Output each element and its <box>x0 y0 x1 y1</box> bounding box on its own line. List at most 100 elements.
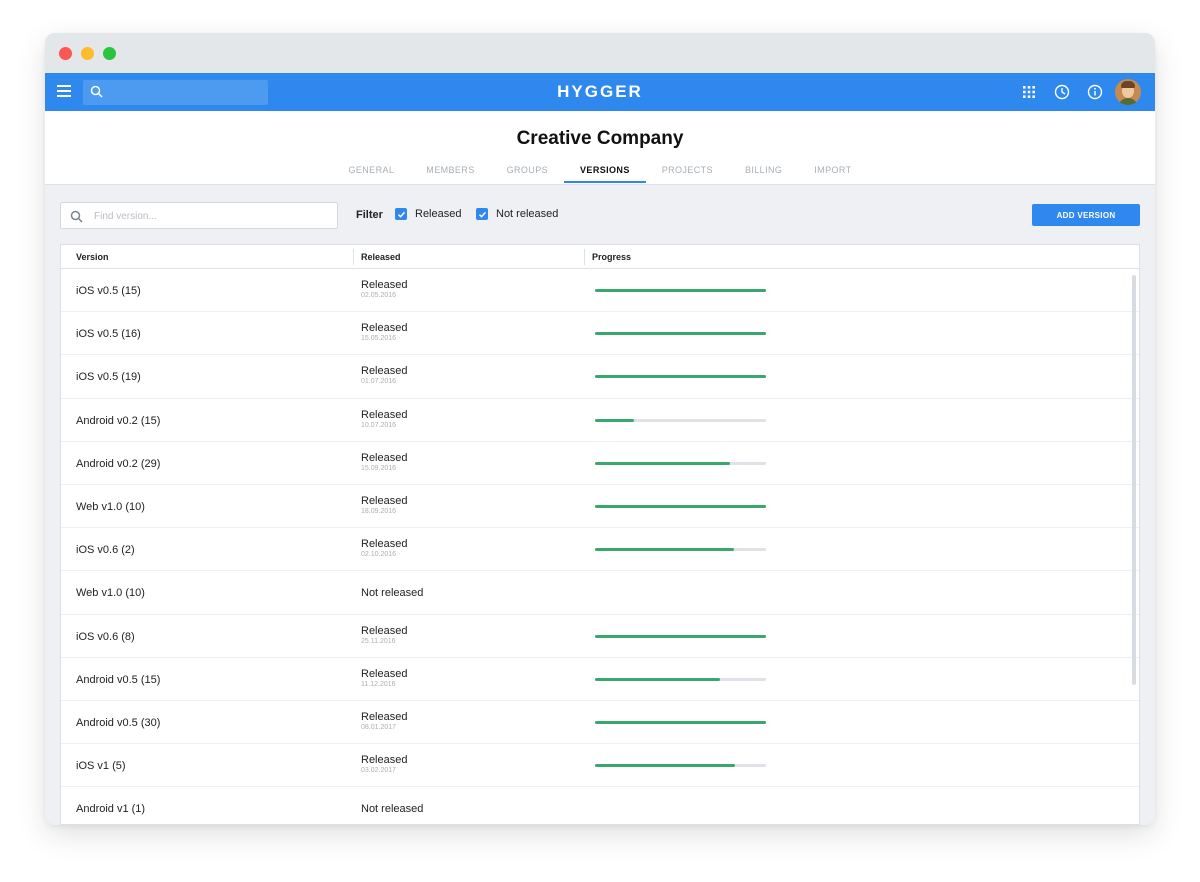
tab-versions[interactable]: VERSIONS <box>564 165 646 183</box>
release-status: Released 02.05.2016 <box>361 279 407 299</box>
release-status-label: Released <box>361 710 408 723</box>
progress-bar <box>595 548 766 552</box>
find-version-placeholder: Find version... <box>94 211 157 222</box>
add-version-button[interactable]: ADD VERSION <box>1032 204 1140 226</box>
version-name[interactable]: Android v0.2 (29) <box>76 458 160 470</box>
version-name[interactable]: iOS v0.5 (19) <box>76 371 141 383</box>
tab-projects[interactable]: PROJECTS <box>646 165 729 181</box>
progress-bar <box>595 375 766 379</box>
release-status: Released 18.09.2016 <box>361 495 407 515</box>
table-row[interactable]: Web v1.0 (10) Released 18.09.2016 <box>61 485 1139 529</box>
table-body: iOS v0.5 (15) Released 02.05.2016 iOS v0.5 … <box>61 269 1139 824</box>
table-row[interactable]: iOS v0.5 (16) Released 15.05.2016 <box>61 312 1139 356</box>
release-date: 11.12.2016 <box>361 680 396 688</box>
progress-fill <box>595 461 731 465</box>
progress-fill <box>595 548 734 552</box>
table-row[interactable]: Android v0.2 (29) Released 15.09.2016 <box>61 442 1139 485</box>
filter-released-checkbox[interactable]: Released <box>395 208 461 220</box>
release-status: Not released <box>361 587 423 599</box>
info-icon[interactable] <box>1082 79 1108 105</box>
release-status: Released 25.11.2016 <box>361 625 407 645</box>
versions-toolbar: Find version... Filter Released Not rele… <box>60 202 1140 230</box>
progress-fill <box>595 504 766 508</box>
table-row[interactable]: iOS v0.5 (19) Released 01.07.2016 <box>61 355 1139 399</box>
close-window-button[interactable] <box>59 47 72 60</box>
progress-bar <box>595 332 766 336</box>
release-date: 02.05.2016 <box>361 292 397 299</box>
release-status-label: Released <box>361 538 408 551</box>
release-status-label: Released <box>361 279 408 291</box>
tab-general[interactable]: GENERAL <box>332 165 410 181</box>
release-status-label: Released <box>361 494 408 507</box>
tab-groups[interactable]: GROUPS <box>491 165 564 181</box>
version-name[interactable]: iOS v0.6 (8) <box>76 631 135 643</box>
progress-fill <box>595 332 766 336</box>
table-row[interactable]: iOS v0.6 (2) Released 02.10.2016 <box>61 528 1139 572</box>
version-name[interactable]: Android v0.2 (15) <box>76 415 160 427</box>
release-status: Released 03.02.2017 <box>361 754 407 774</box>
table-row[interactable]: Android v1 (1) Not released <box>61 787 1139 824</box>
tab-import[interactable]: IMPORT <box>798 165 867 181</box>
avatar[interactable] <box>1115 79 1141 105</box>
progress-bar <box>595 634 766 638</box>
window-titlebar <box>45 33 1155 73</box>
minimize-window-button[interactable] <box>81 47 94 60</box>
filter-released-label: Released <box>415 208 462 220</box>
table-row[interactable]: iOS v0.6 (8) Released 25.11.2016 <box>61 615 1139 658</box>
release-date: 03.02.2017 <box>361 767 397 775</box>
clock-icon[interactable] <box>1049 79 1075 105</box>
release-status-label: Released <box>361 365 408 378</box>
version-name[interactable]: Android v0.5 (30) <box>76 717 160 729</box>
column-header-progress[interactable]: Progress <box>592 252 631 262</box>
version-name[interactable]: Web v1.0 (10) <box>76 501 145 513</box>
filter-not-released-checkbox[interactable]: Not released <box>476 208 558 220</box>
release-date: 08.01.2017 <box>361 723 397 731</box>
release-status-label: Not released <box>361 587 424 600</box>
progress-bar <box>595 677 766 681</box>
progress-fill <box>595 289 766 292</box>
version-name[interactable]: iOS v1 (5) <box>76 760 126 772</box>
table-row[interactable]: Android v0.5 (15) Released 11.12.2016 <box>61 658 1139 701</box>
column-header-version[interactable]: Version <box>76 252 109 262</box>
app-logo: HYGGER <box>557 82 643 101</box>
apps-grid-icon[interactable] <box>1016 79 1042 105</box>
browser-window: HYGGER Creative Company GENERAL MEMBERS … <box>45 33 1155 825</box>
version-name[interactable]: Android v0.5 (15) <box>76 674 160 686</box>
progress-bar <box>595 720 766 724</box>
progress-fill <box>595 677 720 681</box>
version-name[interactable]: Web v1.0 (10) <box>76 587 145 599</box>
release-status: Released 01.07.2016 <box>361 365 407 385</box>
table-row[interactable]: Android v0.5 (30) Released 08.01.2017 <box>61 701 1139 745</box>
company-header: Creative Company GENERAL MEMBERS GROUPS VER… <box>45 111 1155 185</box>
version-name[interactable]: iOS v0.5 (15) <box>76 285 141 297</box>
release-status-label: Released <box>361 408 408 421</box>
version-name[interactable]: iOS v0.6 (2) <box>76 544 135 556</box>
release-status: Not released <box>361 803 423 815</box>
table-row[interactable]: iOS v1 (5) Released 03.02.2017 <box>61 744 1139 788</box>
release-status: Released 15.05.2016 <box>361 322 407 342</box>
release-date: 15.05.2016 <box>361 335 397 343</box>
find-version-input[interactable]: Find version... <box>60 202 338 229</box>
versions-table: Version Released Progress iOS v0.5 (15) R… <box>60 244 1140 825</box>
release-status-label: Released <box>361 754 408 767</box>
table-row[interactable]: iOS v0.5 (15) Released 02.05.2016 <box>61 269 1139 313</box>
release-status: Released 10.07.2016 <box>361 409 407 429</box>
release-status: Released 11.12.2016 <box>361 668 407 688</box>
table-row[interactable]: Android v0.2 (15) Released 10.07.2016 <box>61 399 1139 442</box>
top-actions <box>1009 79 1141 105</box>
version-name[interactable]: iOS v0.5 (16) <box>76 328 141 340</box>
column-header-released[interactable]: Released <box>361 252 401 262</box>
release-date: 25.11.2016 <box>361 637 396 645</box>
tab-billing[interactable]: BILLING <box>729 165 798 181</box>
release-date: 01.07.2016 <box>361 378 397 386</box>
release-status-label: Not released <box>361 803 424 816</box>
progress-bar <box>595 504 766 508</box>
table-scrollbar[interactable] <box>1132 275 1136 685</box>
tab-members[interactable]: MEMBERS <box>410 165 490 181</box>
table-header: Version Released Progress <box>61 245 1139 269</box>
page-title: Creative Company <box>516 128 684 149</box>
version-name[interactable]: Android v1 (1) <box>76 803 145 815</box>
maximize-window-button[interactable] <box>103 47 116 60</box>
table-row[interactable]: Web v1.0 (10) Not released <box>61 571 1139 615</box>
checkmark-icon <box>476 208 488 220</box>
